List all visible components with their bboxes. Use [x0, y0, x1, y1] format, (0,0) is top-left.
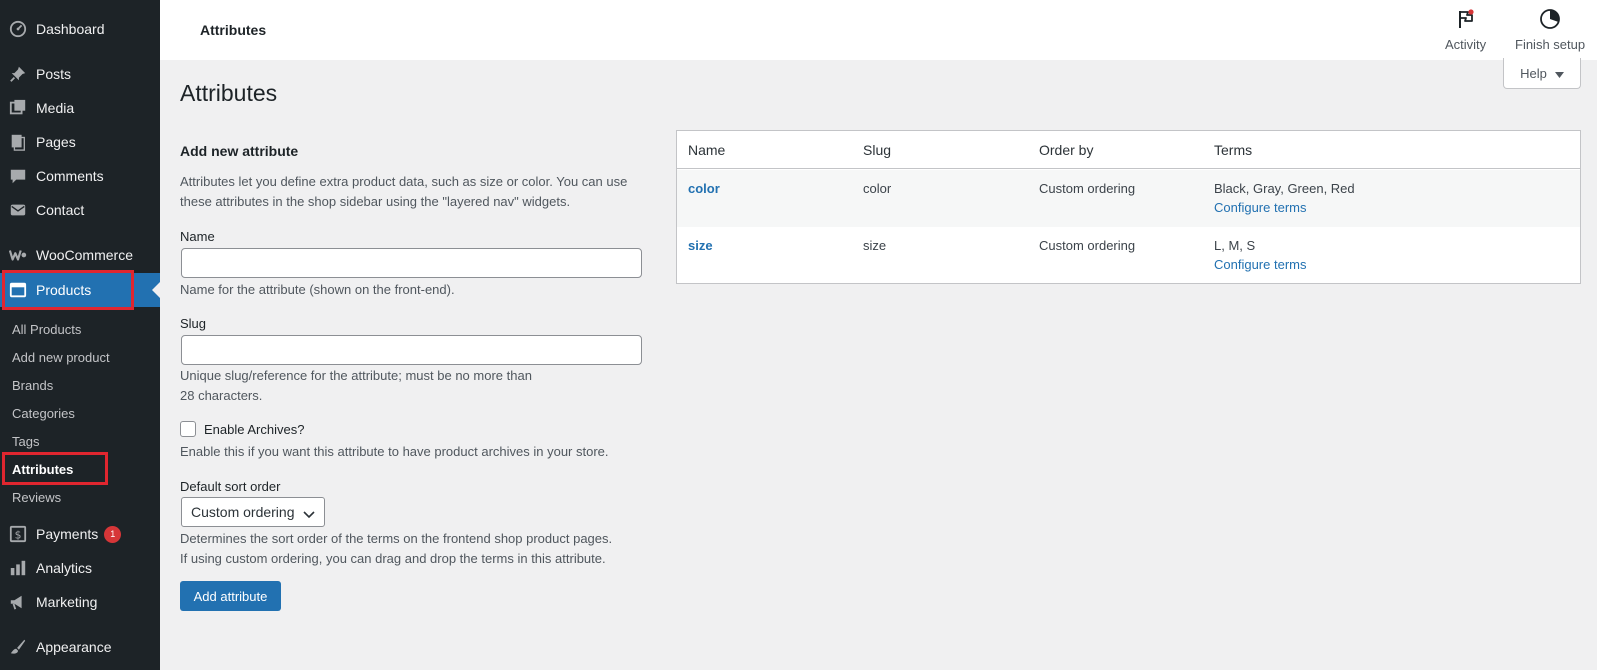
attribute-order-by: Custom ordering — [1039, 181, 1136, 196]
svg-text:$: $ — [15, 529, 22, 542]
sidebar-item-label: Posts — [36, 66, 72, 82]
current-menu-indicator — [152, 282, 160, 298]
sidebar-item-label: Dashboard — [36, 21, 105, 37]
mail-icon — [8, 200, 28, 220]
submenu-categories[interactable]: Categories — [12, 406, 75, 421]
configure-terms-link[interactable]: Configure terms — [1214, 257, 1306, 272]
page-title: Attributes — [180, 80, 278, 106]
submenu-brands[interactable]: Brands — [12, 378, 53, 393]
name-label: Name — [180, 229, 215, 244]
highlight-box-attributes — [2, 452, 108, 485]
sidebar-item-label: Marketing — [36, 594, 98, 610]
help-label: Help — [1520, 65, 1547, 81]
sidebar-item-woocommerce[interactable]: WooCommerce — [0, 238, 160, 272]
sort-order-label: Default sort order — [180, 479, 281, 494]
chevron-down-icon — [303, 507, 315, 523]
finish-setup-label: Finish setup — [1515, 37, 1586, 52]
column-header-order-by[interactable]: Order by — [1039, 142, 1093, 158]
sidebar-item-label: WooCommerce — [36, 247, 133, 263]
sidebar-item-pages[interactable]: Pages — [0, 125, 160, 159]
progress-circle-icon — [1539, 8, 1561, 37]
sidebar-item-label: Analytics — [36, 560, 93, 576]
table-row: color color Custom ordering Black, Gray,… — [677, 170, 1580, 227]
help-button[interactable]: Help — [1503, 58, 1581, 89]
highlight-box-products — [2, 270, 134, 310]
finish-setup-button[interactable]: Finish setup — [1515, 8, 1585, 52]
archives-help-text: Enable this if you want this attribute t… — [180, 444, 609, 459]
attribute-order-by: Custom ordering — [1039, 238, 1136, 253]
flag-icon — [1455, 8, 1477, 37]
bar-chart-icon — [8, 558, 28, 578]
activity-label: Activity — [1445, 37, 1487, 52]
sidebar-item-dashboard[interactable]: Dashboard — [0, 12, 160, 46]
sidebar-item-media[interactable]: Media — [0, 91, 160, 125]
name-help-text: Name for the attribute (shown on the fro… — [180, 282, 455, 297]
sidebar-item-analytics[interactable]: Analytics — [0, 551, 160, 585]
dashboard-icon — [8, 19, 28, 39]
sort-help-line2: If using custom ordering, you can drag a… — [180, 551, 606, 566]
woo-icon — [8, 245, 28, 265]
name-input[interactable] — [181, 248, 642, 278]
column-header-name[interactable]: Name — [688, 142, 725, 158]
attribute-name-link[interactable]: color — [688, 181, 720, 196]
slug-label: Slug — [180, 316, 207, 331]
submenu-all-products[interactable]: All Products — [12, 322, 81, 337]
slug-help-line1: Unique slug/reference for the attribute;… — [180, 368, 532, 383]
sidebar-item-label: Payments — [36, 526, 99, 542]
pin-icon — [8, 64, 28, 84]
attributes-table: Name Slug Order by Terms color color Cus… — [676, 130, 1581, 284]
attribute-slug: size — [863, 238, 887, 253]
table-header: Name Slug Order by Terms — [677, 131, 1580, 169]
form-intro-line2: these attributes in the shop sidebar usi… — [180, 194, 571, 209]
megaphone-icon — [8, 592, 28, 612]
sort-order-value: Custom ordering — [191, 504, 295, 520]
attribute-terms: Black, Gray, Green, Red — [1214, 181, 1355, 196]
column-header-terms[interactable]: Terms — [1214, 142, 1252, 158]
slug-help-line2: 28 characters. — [180, 388, 263, 403]
activity-button[interactable]: Activity — [1445, 8, 1486, 52]
slug-input[interactable] — [181, 335, 642, 365]
sort-help-line1: Determines the sort order of the terms o… — [180, 531, 613, 546]
sidebar-item-label: Appearance — [36, 639, 112, 655]
sidebar-item-contact[interactable]: Contact — [0, 193, 160, 227]
form-intro-line1: Attributes let you define extra product … — [180, 174, 628, 189]
attribute-slug: color — [863, 181, 892, 196]
sidebar-item-label: Comments — [36, 168, 104, 184]
sidebar-item-marketing[interactable]: Marketing — [0, 585, 160, 619]
notification-badge: 1 — [104, 525, 122, 543]
submenu-add-new-product[interactable]: Add new product — [12, 350, 110, 365]
caret-down-icon — [1554, 66, 1564, 81]
enable-archives-checkbox[interactable] — [180, 421, 196, 437]
brush-icon — [8, 637, 28, 657]
configure-terms-link[interactable]: Configure terms — [1214, 200, 1306, 215]
sidebar-item-appearance[interactable]: Appearance — [0, 630, 160, 664]
form-heading: Add new attribute — [180, 143, 299, 159]
sidebar-item-comments[interactable]: Comments — [0, 159, 160, 193]
submenu-reviews[interactable]: Reviews — [12, 490, 61, 505]
sidebar-item-posts[interactable]: Posts — [0, 57, 160, 91]
enable-archives-label[interactable]: Enable Archives? — [204, 422, 304, 437]
attribute-terms: L, M, S — [1214, 238, 1256, 253]
admin-sidebar: Dashboard Posts Media Pages Comments Con… — [0, 0, 160, 670]
attribute-name-link[interactable]: size — [688, 238, 713, 253]
sidebar-item-payments[interactable]: $ Payments 1 — [0, 517, 160, 551]
sidebar-item-label: Media — [36, 100, 75, 116]
column-header-slug[interactable]: Slug — [863, 142, 891, 158]
add-attribute-button[interactable]: Add attribute — [180, 581, 281, 611]
pages-icon — [8, 132, 28, 152]
sidebar-item-label: Pages — [36, 134, 76, 150]
sort-order-select[interactable]: Custom ordering — [181, 497, 325, 527]
top-header-bar: Attributes Activity Finish setup — [160, 0, 1597, 60]
dollar-icon: $ — [8, 524, 28, 544]
submenu-tags[interactable]: Tags — [12, 434, 39, 449]
table-row: size size Custom ordering L, M, S Config… — [677, 227, 1580, 284]
sidebar-item-label: Contact — [36, 202, 85, 218]
media-icon — [8, 98, 28, 118]
header-title: Attributes — [200, 22, 267, 38]
comment-icon — [8, 166, 28, 186]
